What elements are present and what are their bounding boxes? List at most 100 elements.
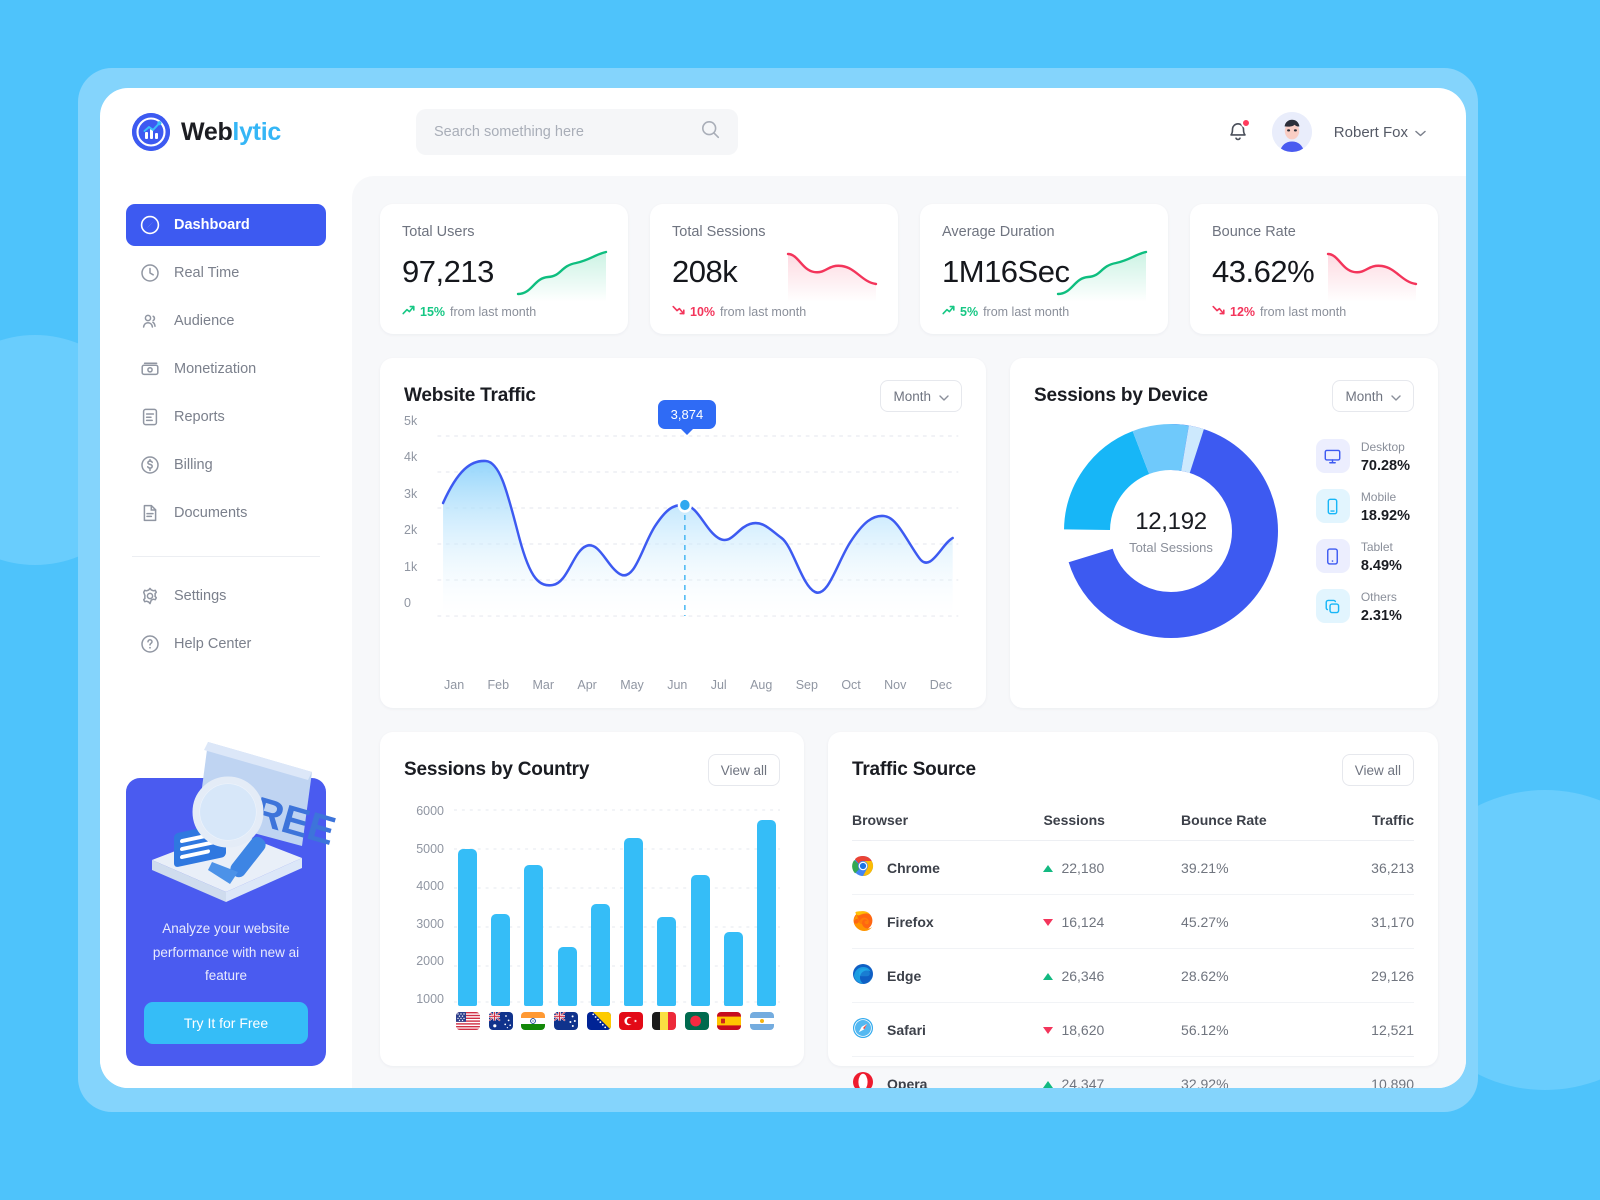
- flag-tr: [619, 1012, 644, 1030]
- cell-browser: Firefox: [852, 894, 1012, 949]
- users-icon: [140, 311, 160, 331]
- x-tick-label: Jul: [710, 678, 727, 692]
- try-it-for-free-button[interactable]: Try It for Free: [144, 1002, 308, 1044]
- sidebar-item-billing[interactable]: Billing: [126, 444, 326, 486]
- sidebar-item-help-center[interactable]: Help Center: [126, 623, 326, 665]
- dashboard-icon: [140, 215, 160, 235]
- column-header-sessions: Sessions: [1011, 800, 1182, 841]
- browser-name: Opera: [887, 1075, 928, 1089]
- column-header-traffic: Traffic: [1336, 800, 1414, 841]
- sidebar-item-documents[interactable]: Documents: [126, 492, 326, 534]
- y-tick-label: 0: [404, 595, 411, 610]
- bar: [557, 947, 577, 1006]
- brand-logo[interactable]: Weblytic: [132, 113, 384, 151]
- y-tick-label: 6000: [416, 804, 444, 818]
- cell-browser: Opera: [852, 1057, 1011, 1089]
- brand-name: Weblytic: [181, 118, 281, 147]
- search-bar[interactable]: [416, 109, 738, 155]
- x-tick-label: Feb: [487, 678, 510, 692]
- legend-text: Desktop 70.28%: [1361, 438, 1410, 474]
- x-tick-label: Jun: [667, 678, 688, 692]
- browser-name: Firefox: [887, 913, 934, 930]
- flag-es: [717, 1012, 742, 1030]
- legend-label: Others: [1360, 590, 1397, 604]
- sidebar-item-reports[interactable]: Reports: [126, 396, 326, 438]
- search-icon[interactable]: [701, 120, 720, 144]
- bar: [723, 932, 743, 1006]
- website-traffic-range-select[interactable]: Month: [880, 380, 962, 412]
- cell-traffic: 10,890: [1371, 1075, 1414, 1089]
- table-row[interactable]: Safari 18,620 56.12% 12,521: [852, 1002, 1414, 1057]
- sidebar-item-real-time[interactable]: Real Time: [126, 252, 326, 294]
- legend-value: 18.92%: [1360, 508, 1410, 524]
- kpi-delta: 5%: [960, 304, 979, 319]
- sidebar-item-settings[interactable]: Settings: [126, 575, 326, 617]
- range-label: Month: [893, 388, 931, 404]
- page-title: Sessions by Country: [404, 759, 590, 780]
- charts-row: Website Traffic Month 3,874 5k 4k 3k 2k …: [380, 358, 1438, 708]
- x-tick-label: Sep: [795, 678, 818, 692]
- kpi-footer: 15% from last month: [402, 304, 606, 319]
- trend-up-icon: [1043, 1080, 1054, 1088]
- cell-bounce-rate: 32.92%: [1181, 1075, 1229, 1089]
- table-row[interactable]: Edge 26,346 28.62% 29,126: [852, 948, 1414, 1003]
- sidebar-item-label: Dashboard: [174, 217, 250, 233]
- kpi-delta: 15%: [420, 304, 446, 319]
- x-tick-label: Mar: [532, 678, 554, 692]
- table-row[interactable]: Firefox 16,124 45.27% 31,170: [852, 894, 1414, 949]
- search-input[interactable]: [434, 124, 701, 140]
- table-row[interactable]: Opera 24,347 32.92% 10,890: [852, 1057, 1414, 1089]
- tooltip-value: 3,874: [670, 407, 704, 422]
- x-tick-label: May: [620, 678, 644, 692]
- avatar[interactable]: [1271, 112, 1312, 152]
- bar: [590, 903, 610, 1006]
- question-circle-icon: [140, 634, 160, 654]
- y-tick-label: 5k: [404, 414, 418, 428]
- kpi-sparkline: [516, 250, 608, 302]
- cell-browser: Safari: [852, 1002, 1012, 1057]
- sessions-by-device-range-select[interactable]: Month: [1332, 380, 1414, 412]
- card-header: Sessions by Device Month: [1034, 380, 1414, 412]
- others-stack-icon: [1315, 589, 1350, 623]
- kpi-card-bounce-rate: Bounce Rate 43.62% 12% from last month: [1190, 204, 1438, 334]
- sidebar-item-audience[interactable]: Audience: [126, 300, 326, 342]
- bar: [657, 916, 677, 1006]
- cell-traffic: 36,213: [1336, 840, 1414, 895]
- y-tick-label: 3k: [404, 486, 418, 501]
- bar: [458, 848, 477, 1006]
- traffic-source-card: Traffic Source View all Browser Sessions…: [828, 732, 1438, 1088]
- traffic-source-table: Browser Sessions Bounce Rate Traffic Chr…: [852, 800, 1414, 1088]
- chevron-down-icon: [1415, 124, 1426, 141]
- kpi-card-total-users: Total Users 97,213 15% from last month: [380, 204, 628, 334]
- legend-item-desktop: Desktop 70.28%: [1315, 438, 1410, 474]
- clock-icon: [140, 263, 160, 283]
- website-traffic-card: Website Traffic Month 3,874 5k 4k 3k 2k …: [380, 358, 986, 708]
- kpi-title: Total Sessions: [672, 224, 766, 240]
- sessions-by-country-view-all-button[interactable]: View all: [707, 754, 780, 786]
- mobile-icon: [1315, 489, 1350, 523]
- sessions-value: 24,347: [1061, 1076, 1105, 1088]
- cell-bounce-rate: 39.21%: [1181, 840, 1337, 895]
- y-tick-label: 5000: [416, 841, 444, 856]
- flag-au: [488, 1012, 513, 1030]
- bottom-row: Sessions by Country View all 6000 5000 4…: [380, 732, 1438, 1088]
- firefox-icon: [852, 909, 874, 934]
- kpi-title: Average Duration: [942, 224, 1055, 240]
- sidebar-item-dashboard[interactable]: Dashboard: [126, 204, 326, 246]
- promo-card: FREE Analyze your website performance wi…: [126, 742, 340, 1066]
- traffic-source-view-all-button[interactable]: View all: [1341, 754, 1414, 786]
- sessions-by-country-card: Sessions by Country View all 6000 5000 4…: [380, 732, 804, 1066]
- bell-icon[interactable]: [1226, 118, 1251, 145]
- sidebar-item-label: Documents: [174, 505, 248, 521]
- promo-line-2: performance with new ai feature: [152, 944, 300, 984]
- flag-in: [521, 1012, 546, 1030]
- y-tick-label: 2k: [404, 523, 418, 538]
- sidebar-item-monetization[interactable]: Monetization: [126, 348, 326, 390]
- browser-name: Safari: [887, 1021, 926, 1038]
- sessions-value: 16,124: [1061, 914, 1105, 931]
- bar: [491, 914, 511, 1006]
- donut-center: 12,192 Total Sessions: [1062, 422, 1280, 640]
- user-menu[interactable]: Robert Fox: [1334, 124, 1426, 141]
- cell-sessions: 24,347: [1011, 1057, 1181, 1088]
- table-row[interactable]: Chrome 22,180 39.21% 36,213: [852, 840, 1414, 895]
